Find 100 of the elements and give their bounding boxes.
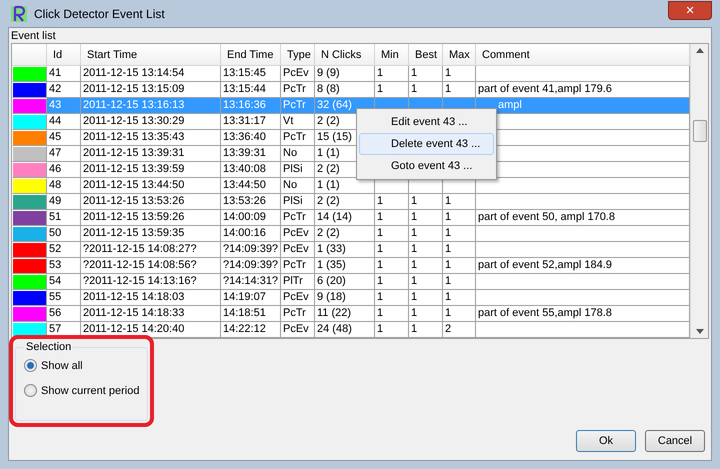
table-cell: 14:22:12: [221, 322, 281, 338]
table-cell: 47: [47, 146, 81, 162]
radio-option[interactable]: Show all: [24, 359, 140, 372]
table-cell: 44: [47, 114, 81, 130]
table-cell: ?2011-12-15 14:08:27?: [81, 242, 221, 258]
table-cell: 2011-12-15 13:14:54: [81, 66, 221, 82]
scrollbar-thumb[interactable]: [692, 120, 706, 142]
table-cell: 1: [375, 242, 409, 258]
table-cell: PcEv: [281, 242, 315, 258]
table-cell: 14:00:09: [221, 210, 281, 226]
table-cell: 14 (14): [315, 210, 375, 226]
scroll-down-icon[interactable]: [696, 329, 704, 334]
table-cell: part of event 55,ampl 178.8: [476, 306, 690, 322]
table-cell: 1: [409, 322, 443, 338]
table-cell: 48: [47, 178, 81, 194]
table-cell: 1: [375, 66, 409, 82]
table-cell: PcTr: [281, 210, 315, 226]
column-header[interactable]: Id: [47, 44, 81, 66]
column-header[interactable]: Best: [409, 44, 443, 66]
column-header[interactable]: Min: [375, 44, 409, 66]
table-cell: PcTr: [281, 130, 315, 146]
table-cell: 1: [409, 274, 443, 290]
column-header[interactable]: Type: [281, 44, 315, 66]
table-cell: 2011-12-15 13:59:35: [81, 226, 221, 242]
table-cell: PcEv: [281, 66, 315, 82]
table-cell: 1: [375, 82, 409, 98]
table-cell: 1: [409, 306, 443, 322]
menu-item[interactable]: Delete event 43 ...: [359, 133, 494, 155]
table-cell: PcTr: [281, 258, 315, 274]
table-cell: 2011-12-15 14:18:33: [81, 306, 221, 322]
table-cell: 13:53:26: [221, 194, 281, 210]
table-cell: 13:36:40: [221, 130, 281, 146]
table-cell: 13:15:44: [221, 82, 281, 98]
table-cell: 1: [443, 66, 476, 82]
table-cell: 56: [47, 306, 81, 322]
table-cell: 1: [375, 274, 409, 290]
table-cell: 1: [375, 194, 409, 210]
table-cell: 1: [375, 210, 409, 226]
section-label: Event list: [11, 29, 57, 43]
table-cell: 2011-12-15 13:53:26: [81, 194, 221, 210]
group-label: Selection: [25, 341, 72, 353]
column-header[interactable]: Comment: [476, 44, 690, 66]
column-header[interactable]: Start Time: [81, 44, 221, 66]
table-cell: 53: [47, 258, 81, 274]
table-cell: PcEv: [281, 226, 315, 242]
table-cell: 14:19:07: [221, 290, 281, 306]
table-cell: 1: [443, 274, 476, 290]
table-cell: 1: [443, 82, 476, 98]
table-cell: part of event 52,ampl 184.9: [476, 258, 690, 274]
table-cell: 1: [409, 210, 443, 226]
table-cell: 51: [47, 210, 81, 226]
table-cell: 1: [375, 226, 409, 242]
table-cell: PlSi: [281, 194, 315, 210]
ok-button[interactable]: Ok: [576, 430, 636, 452]
table-cell: 1: [375, 322, 409, 338]
table-cell: ?14:09:39?: [221, 258, 281, 274]
window-title: Click Detector Event List: [34, 6, 166, 20]
column-header[interactable]: N Clicks: [315, 44, 375, 66]
table-cell: 50: [47, 226, 81, 242]
table-cell: 1: [443, 226, 476, 242]
scroll-up-icon[interactable]: [696, 48, 704, 53]
table-cell: Vt: [281, 114, 315, 130]
radio-option[interactable]: Show current period: [24, 384, 140, 397]
table-cell: 1 (33): [315, 242, 375, 258]
table-cell: 2011-12-15 13:15:09: [81, 82, 221, 98]
table-cell: 41: [47, 66, 81, 82]
table-cell: 2011-12-15 13:16:13: [81, 98, 221, 114]
table-cell: 54: [47, 274, 81, 290]
table-cell: 1: [375, 306, 409, 322]
table-cell: 1: [409, 242, 443, 258]
table-cell: 2011-12-15 13:39:59: [81, 162, 221, 178]
table-cell: PcTr: [281, 82, 315, 98]
table-cell: 14:00:16: [221, 226, 281, 242]
table-cell: 1: [375, 258, 409, 274]
table-cell: 2 (2): [315, 226, 375, 242]
table-cell: 2: [443, 322, 476, 338]
table-cell: 1: [409, 194, 443, 210]
table-cell: 2011-12-15 13:39:31: [81, 146, 221, 162]
table-cell: 2011-12-15 13:35:43: [81, 130, 221, 146]
close-button[interactable]: ✕: [668, 1, 712, 20]
table-cell: 1: [443, 258, 476, 274]
table-cell: 1 (1): [315, 178, 375, 194]
table-cell: 2011-12-15 13:44:50: [81, 178, 221, 194]
column-header[interactable]: End Time: [221, 44, 281, 66]
table-cell: 11 (22): [315, 306, 375, 322]
table-cell: 1: [443, 290, 476, 306]
table-cell: 13:31:17: [221, 114, 281, 130]
cancel-button[interactable]: Cancel: [645, 430, 705, 452]
table-cell: 49: [47, 194, 81, 210]
table-cell: 8 (8): [315, 82, 375, 98]
table-cell: 13:15:45: [221, 66, 281, 82]
table-cell: PlTr: [281, 274, 315, 290]
table-cell: 1: [409, 258, 443, 274]
table-cell: ampl: [476, 98, 690, 114]
table-cell: 24 (48): [315, 322, 375, 338]
table-cell: No: [281, 146, 315, 162]
column-header[interactable]: Max: [443, 44, 476, 66]
table-cell: PcTr: [281, 98, 315, 114]
table-cell: 2 (2): [315, 194, 375, 210]
table-cell: ?2011-12-15 14:08:56?: [81, 258, 221, 274]
